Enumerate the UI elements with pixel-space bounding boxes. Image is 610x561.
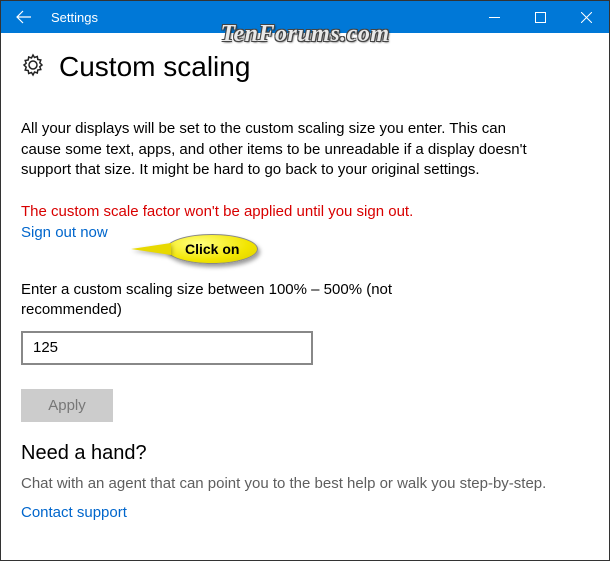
titlebar: Settings bbox=[1, 1, 609, 33]
help-text: Chat with an agent that can point you to… bbox=[21, 475, 589, 492]
contact-support-link[interactable]: Contact support bbox=[21, 504, 127, 521]
callout-bubble: Click on bbox=[166, 234, 258, 264]
sign-out-link[interactable]: Sign out now bbox=[21, 224, 108, 241]
scaling-description: All your displays will be set to the cus… bbox=[21, 119, 541, 181]
close-button[interactable] bbox=[563, 1, 609, 33]
gear-icon bbox=[21, 53, 45, 82]
minimize-button[interactable] bbox=[471, 1, 517, 33]
close-icon bbox=[581, 12, 592, 23]
page-title: Custom scaling bbox=[59, 51, 250, 83]
maximize-icon bbox=[535, 12, 546, 23]
scaling-input[interactable] bbox=[21, 331, 313, 365]
back-button[interactable] bbox=[1, 1, 47, 33]
window-controls bbox=[471, 1, 609, 33]
help-heading: Need a hand? bbox=[21, 442, 589, 465]
scaling-field-label: Enter a custom scaling size between 100%… bbox=[21, 280, 481, 321]
apply-button[interactable]: Apply bbox=[21, 389, 113, 422]
maximize-button[interactable] bbox=[517, 1, 563, 33]
window-title: Settings bbox=[47, 10, 98, 25]
content-area: Custom scaling All your displays will be… bbox=[1, 33, 609, 536]
minimize-icon bbox=[489, 12, 500, 23]
page-header: Custom scaling bbox=[21, 51, 589, 83]
signout-warning: The custom scale factor won't be applied… bbox=[21, 203, 589, 220]
callout-annotation: Click on bbox=[21, 242, 589, 264]
arrow-left-icon bbox=[15, 8, 33, 26]
